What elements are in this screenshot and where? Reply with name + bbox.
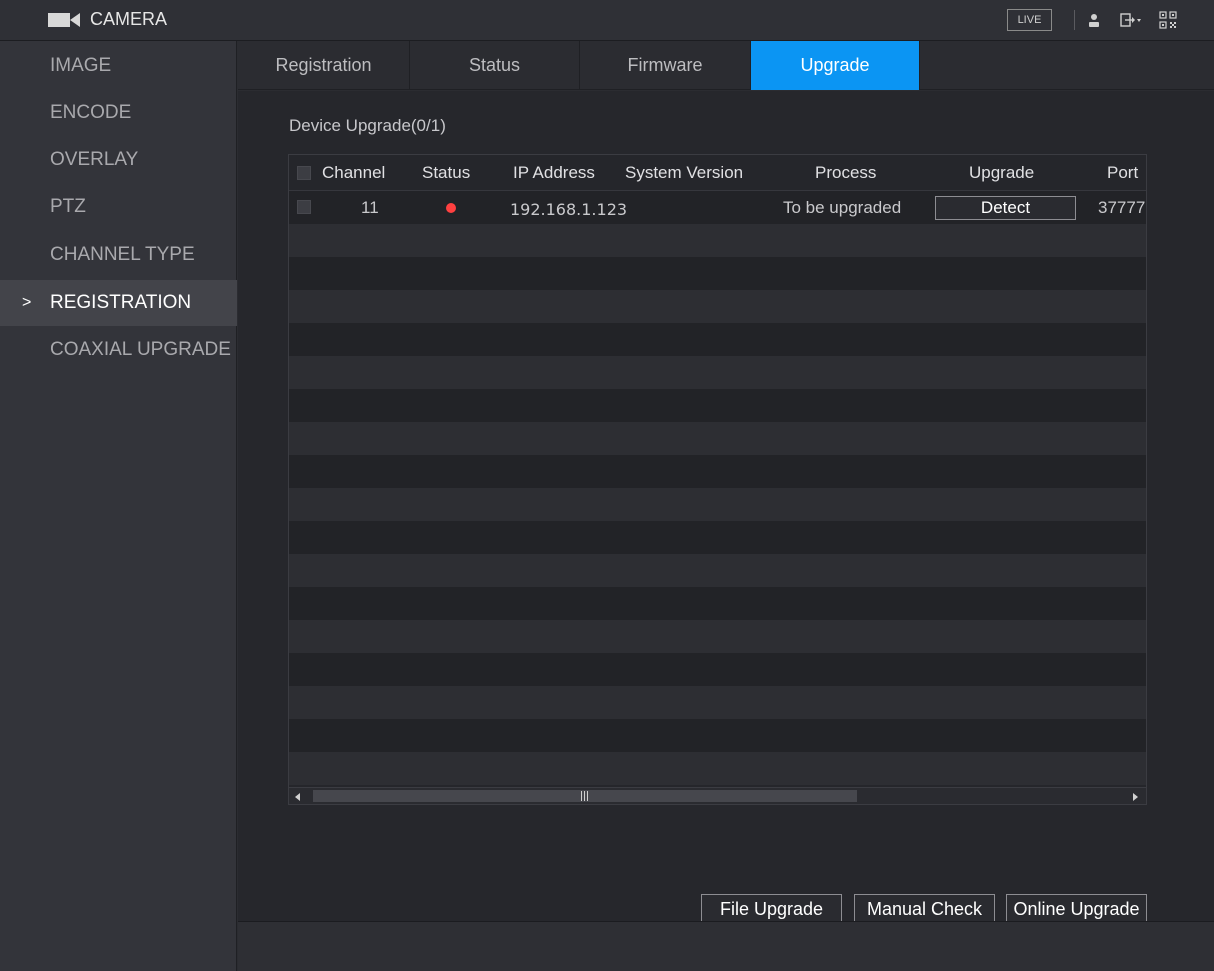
sidebar-item-label: CHANNEL TYPE <box>50 244 195 265</box>
tab-firmware[interactable]: Firmware <box>580 41 751 90</box>
tab-registration[interactable]: Registration <box>238 41 410 90</box>
tab-upgrade[interactable]: Upgrade <box>751 41 920 90</box>
camera-icon <box>48 13 80 27</box>
sidebar: IMAGE ENCODE OVERLAY PTZ CHANNEL TYPE > … <box>0 41 237 971</box>
chevron-right-icon: > <box>22 294 32 311</box>
row-checkbox[interactable] <box>297 200 311 214</box>
empty-row <box>289 488 1146 521</box>
empty-row <box>289 224 1146 257</box>
select-all-checkbox[interactable] <box>297 166 311 180</box>
empty-row <box>289 521 1146 554</box>
sidebar-item-encode[interactable]: ENCODE <box>0 90 237 136</box>
column-header-upgrade[interactable]: Upgrade <box>969 155 1034 191</box>
tab-bar: Registration Status Firmware Upgrade <box>238 41 1214 90</box>
column-header-status[interactable]: Status <box>422 155 470 191</box>
scroll-left-arrow-icon[interactable] <box>295 793 300 801</box>
sidebar-item-coaxial-upgrade[interactable]: COAXIAL UPGRADE <box>0 327 237 373</box>
sidebar-item-label: ENCODE <box>50 102 132 123</box>
empty-row <box>289 389 1146 422</box>
empty-row <box>289 422 1146 455</box>
channel-cell: 11 <box>361 198 379 217</box>
sidebar-item-label: COAXIAL UPGRADE <box>50 339 231 360</box>
sidebar-item-overlay[interactable]: OVERLAY <box>0 137 237 183</box>
empty-row <box>289 587 1146 620</box>
empty-row <box>289 620 1146 653</box>
section-title: Device Upgrade(0/1) <box>289 116 446 135</box>
empty-row <box>289 356 1146 389</box>
grip-icon <box>581 791 588 801</box>
sidebar-item-registration[interactable]: > REGISTRATION <box>0 280 237 326</box>
column-header-ip-address[interactable]: IP Address <box>513 155 595 191</box>
sidebar-item-label: PTZ <box>50 196 86 217</box>
empty-row <box>289 752 1146 785</box>
empty-row <box>289 290 1146 323</box>
sidebar-item-label: IMAGE <box>50 55 112 76</box>
sidebar-item-channel-type[interactable]: CHANNEL TYPE <box>0 232 237 278</box>
divider <box>1074 10 1075 30</box>
empty-row <box>289 554 1146 587</box>
live-button[interactable]: LIVE <box>1007 9 1052 31</box>
ip-address-cell: 192.168.1.123 <box>510 200 628 219</box>
top-bar: CAMERA LIVE <box>0 0 1214 41</box>
empty-row <box>289 323 1146 356</box>
empty-row <box>289 257 1146 290</box>
empty-row <box>289 719 1146 752</box>
sidebar-item-image[interactable]: IMAGE <box>0 43 237 89</box>
tab-status[interactable]: Status <box>410 41 580 90</box>
column-header-channel[interactable]: Channel <box>322 155 385 191</box>
main-content: Registration Status Firmware Upgrade Dev… <box>238 41 1214 971</box>
scroll-right-arrow-icon[interactable] <box>1133 793 1138 801</box>
scrollbar-thumb[interactable] <box>313 790 857 802</box>
user-icon[interactable] <box>1087 13 1101 27</box>
empty-row <box>289 455 1146 488</box>
process-cell: To be upgraded <box>783 198 902 217</box>
upgrade-panel: Device Upgrade(0/1) Channel Status IP Ad… <box>238 91 1214 925</box>
port-cell: 37777 <box>1098 198 1146 217</box>
empty-row <box>289 653 1146 686</box>
column-header-system-version[interactable]: System Version <box>625 155 743 191</box>
column-header-port[interactable]: Port <box>1107 155 1138 191</box>
sidebar-item-label: REGISTRATION <box>50 292 192 313</box>
qr-code-icon[interactable] <box>1159 11 1177 29</box>
bottom-bar <box>238 922 1214 971</box>
sidebar-item-ptz[interactable]: PTZ <box>0 184 237 230</box>
page-title: CAMERA <box>90 9 168 29</box>
logout-icon[interactable] <box>1120 13 1142 27</box>
sidebar-item-label: OVERLAY <box>50 149 139 170</box>
detect-button[interactable]: Detect <box>935 196 1076 220</box>
device-upgrade-table: Channel Status IP Address System Version… <box>288 154 1147 805</box>
status-indicator <box>446 203 456 213</box>
horizontal-scrollbar[interactable] <box>289 787 1146 804</box>
table-row[interactable]: 11 192.168.1.123 To be upgraded Detect 3… <box>289 191 1146 224</box>
empty-row <box>289 686 1146 719</box>
table-header: Channel Status IP Address System Version… <box>289 155 1146 191</box>
column-header-process[interactable]: Process <box>815 155 876 191</box>
